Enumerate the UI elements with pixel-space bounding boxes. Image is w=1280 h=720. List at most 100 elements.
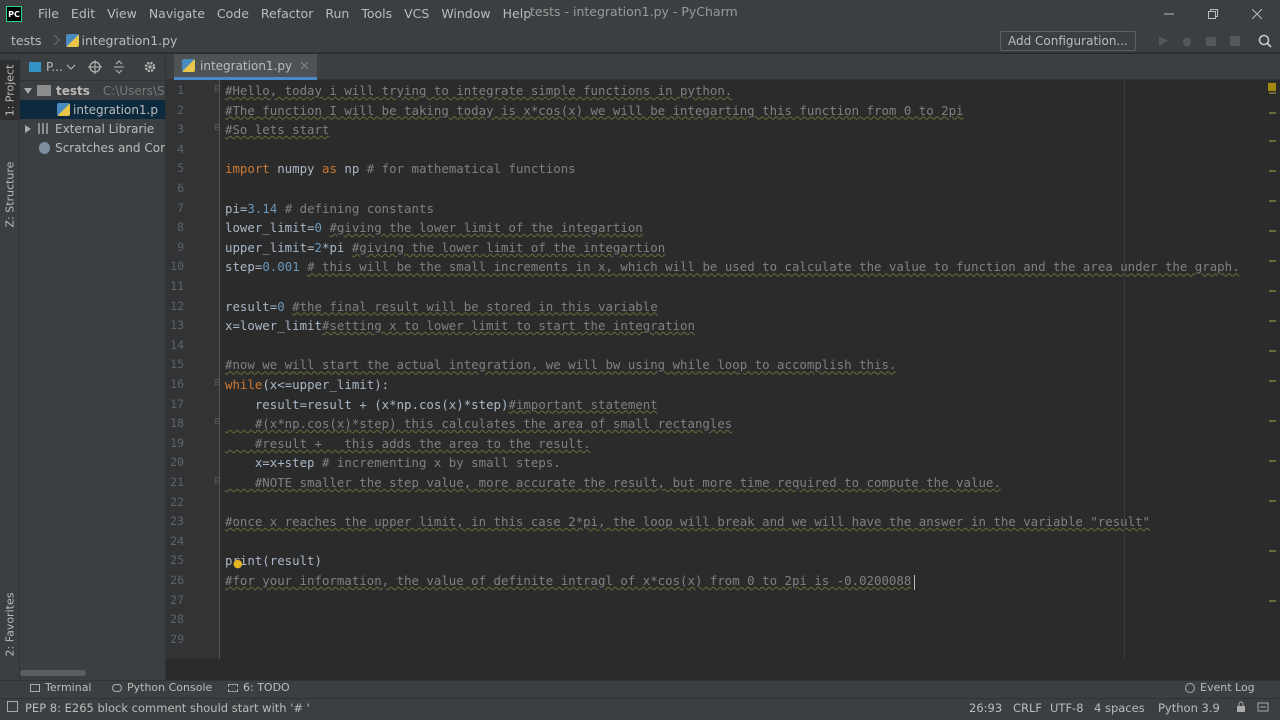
code-comment: # this will be the small increments in x… <box>307 259 1240 275</box>
indent-setting[interactable]: 4 spaces <box>1094 701 1145 715</box>
warning-marker[interactable] <box>1269 320 1276 322</box>
search-everywhere-icon[interactable] <box>1257 33 1273 49</box>
menu-window[interactable]: Window <box>435 0 496 28</box>
warning-marker[interactable] <box>1269 230 1276 232</box>
code-line[interactable]: result=result + (x*np.cos(x)*step)#impor… <box>225 395 658 414</box>
code-line[interactable]: x=x+step # incrementing x by small steps… <box>225 453 561 472</box>
menu-refactor[interactable]: Refactor <box>255 0 319 28</box>
warning-marker[interactable] <box>1269 140 1276 142</box>
line-number: 11 <box>170 279 184 293</box>
menu-run[interactable]: Run <box>319 0 355 28</box>
warning-marker[interactable] <box>1269 460 1276 462</box>
code-keyword: as <box>321 161 345 177</box>
favorites-tool-tab[interactable]: 2: Favorites <box>0 584 20 664</box>
tree-item-external-libraries[interactable]: External Librarie <box>20 119 165 138</box>
lightbulb-icon[interactable]: ● <box>233 557 243 570</box>
menu-edit[interactable]: Edit <box>65 0 101 28</box>
warning-marker[interactable] <box>1269 200 1276 202</box>
breadcrumb-file[interactable]: integration1.py <box>82 33 178 48</box>
warning-marker[interactable] <box>1269 112 1276 114</box>
tree-collapsed-icon[interactable] <box>23 124 33 134</box>
code-line[interactable]: upper_limit=2*pi #giving the lower limit… <box>225 238 665 257</box>
tree-item-tests[interactable]: tests C:\Users\S <box>20 81 165 100</box>
code-line[interactable]: import numpy as np # for mathematical fu… <box>225 159 576 178</box>
gear-icon[interactable] <box>143 60 157 74</box>
chevron-down-icon[interactable] <box>66 62 76 72</box>
debug-icon[interactable] <box>1179 33 1195 49</box>
python-interpreter[interactable]: Python 3.9 <box>1158 701 1220 715</box>
restore-button[interactable] <box>1191 0 1235 28</box>
menu-code[interactable]: Code <box>211 0 255 28</box>
code-line[interactable]: #(x*np.cos(x)*step) this calculates the … <box>225 414 732 433</box>
inspection-status-icon[interactable] <box>1268 83 1276 91</box>
tree-item-scratches[interactable]: Scratches and Cor <box>20 138 165 157</box>
horizontal-scrollbar[interactable] <box>20 670 86 676</box>
menu-vcs[interactable]: VCS <box>398 0 435 28</box>
code-line[interactable]: #So lets start <box>225 120 329 139</box>
warning-marker[interactable] <box>1269 290 1276 292</box>
event-log-tab[interactable]: Event Log <box>1185 681 1255 694</box>
warning-marker[interactable] <box>1269 350 1276 352</box>
error-stripe[interactable] <box>1266 80 1278 659</box>
warning-marker[interactable] <box>1269 170 1276 172</box>
code-line[interactable]: #Hello, today i will trying to integrate… <box>225 81 732 100</box>
project-view-selector[interactable]: P... <box>46 60 63 74</box>
menu-navigate[interactable]: Navigate <box>143 0 211 28</box>
warning-marker[interactable] <box>1269 92 1276 94</box>
caret-position[interactable]: 26:93 <box>969 701 1002 715</box>
warning-marker[interactable] <box>1269 420 1276 422</box>
minimize-button[interactable] <box>1147 0 1191 28</box>
code-line[interactable]: step=0.001 # this will be the small incr… <box>225 257 1240 276</box>
code-line[interactable]: pi=3.14 # defining constants <box>225 199 434 218</box>
todo-tab[interactable]: 6: TODO <box>228 681 290 694</box>
code-line[interactable]: #result + this adds the area to the resu… <box>225 434 591 453</box>
close-window-button[interactable] <box>1235 0 1279 28</box>
menu-tools[interactable]: Tools <box>355 0 398 28</box>
code-line[interactable]: while(x<=upper_limit): <box>225 375 389 394</box>
line-number: 2 <box>177 102 184 117</box>
menu-view[interactable]: View <box>101 0 143 28</box>
code-line[interactable]: result=0 #the final result will be store… <box>225 297 658 316</box>
folder-icon <box>37 85 51 96</box>
toggle-tool-windows-icon[interactable] <box>7 701 18 715</box>
structure-tool-tab[interactable]: Z: Structure <box>0 154 20 234</box>
run-icon[interactable] <box>1155 33 1171 49</box>
warning-marker[interactable] <box>1269 600 1276 602</box>
code-line[interactable]: x=lower_limit#setting x to lower limit t… <box>225 316 695 335</box>
code-line[interactable]: #for your information, the value of defi… <box>225 571 911 590</box>
menu-file[interactable]: File <box>32 0 65 28</box>
file-encoding[interactable]: UTF-8 <box>1050 701 1084 715</box>
python-console-tab[interactable]: Python Console <box>112 681 212 694</box>
code-comment: #setting x to lower limit to start the i… <box>321 318 695 334</box>
code-editor[interactable]: #Hello, today i will trying to integrate… <box>220 80 1270 659</box>
code-line[interactable]: #The function I will be taking today is … <box>225 101 964 120</box>
terminal-tab[interactable]: Terminal <box>30 681 92 694</box>
memory-indicator-icon[interactable] <box>1257 701 1269 716</box>
tree-expanded-icon[interactable] <box>23 86 33 96</box>
line-number: 21 <box>170 475 184 489</box>
warning-marker[interactable] <box>1269 550 1276 552</box>
add-configuration-button[interactable]: Add Configuration... <box>1000 31 1136 51</box>
code-line[interactable]: lower_limit=0 #giving the lower limit of… <box>225 218 643 237</box>
editor-tab-integration1[interactable]: integration1.py <box>174 54 318 80</box>
restore-icon <box>1208 9 1218 19</box>
coverage-icon[interactable] <box>1203 33 1219 49</box>
project-tool-tab[interactable]: 1: Project <box>0 60 20 120</box>
collapse-all-icon[interactable] <box>112 60 126 74</box>
line-separator[interactable]: CRLF <box>1013 701 1042 715</box>
warning-marker[interactable] <box>1269 260 1276 262</box>
close-tab-icon[interactable] <box>300 61 309 70</box>
python-console-icon <box>112 683 122 692</box>
code-line[interactable]: #once x reaches the upper limit, in this… <box>225 512 1150 531</box>
warning-marker[interactable] <box>1269 500 1276 502</box>
code-comment: #result + this adds the area to the resu… <box>225 435 591 451</box>
breadcrumb-project[interactable]: tests <box>11 33 42 48</box>
line-number: 15 <box>170 357 184 372</box>
tree-item-integration1[interactable]: integration1.p <box>20 100 165 119</box>
stop-icon[interactable] <box>1227 33 1243 49</box>
code-line[interactable]: #now we will start the actual integratio… <box>225 355 896 374</box>
warning-marker[interactable] <box>1269 380 1276 382</box>
locate-file-icon[interactable] <box>88 60 102 74</box>
lock-icon[interactable] <box>1236 701 1246 716</box>
code-line[interactable]: #NOTE smaller the step value, more accur… <box>225 473 1001 492</box>
